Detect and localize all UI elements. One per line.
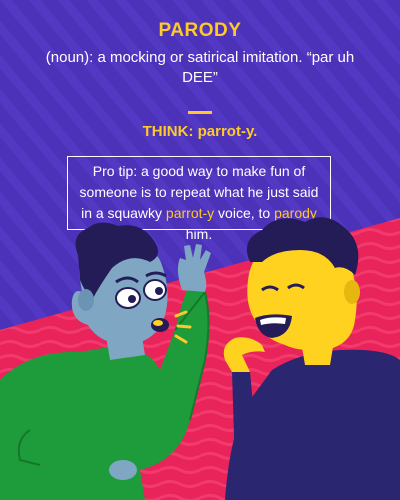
right-person (223, 217, 400, 500)
characters-illustration (0, 217, 400, 500)
left-person (0, 222, 211, 500)
parody-word-card: PARODY (noun): a mocking or satirical im… (0, 0, 400, 500)
